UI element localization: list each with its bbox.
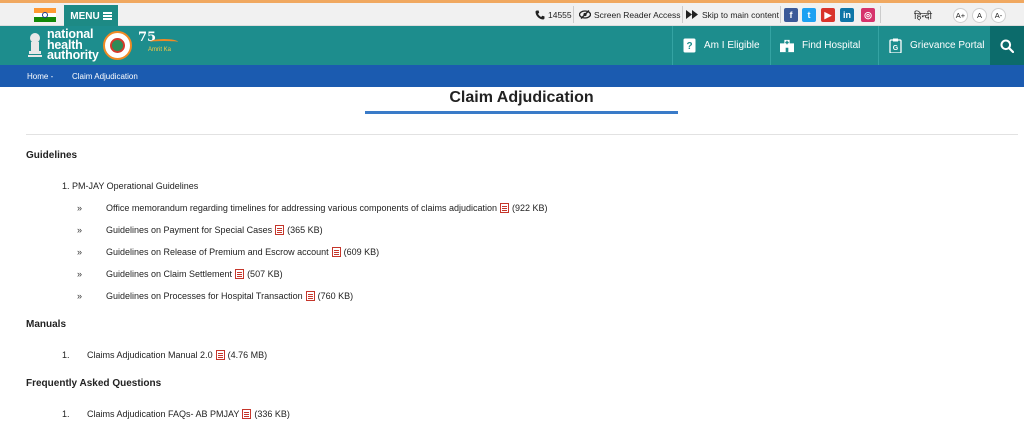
file-size: (922 KB) [512,203,548,213]
list-item[interactable]: Claims Adjudication FAQs- AB PMJAY (336 … [87,409,290,419]
document-link[interactable]: Guidelines on Processes for Hospital Tra… [106,291,303,301]
nav-label: Grievance Portal [910,40,985,51]
document-link[interactable]: Office memorandum regarding timelines fo… [106,203,497,213]
divider [770,26,771,65]
list-item[interactable]: Guidelines on Claim Settlement (507 KB) [106,269,283,279]
eye-slash-icon [579,10,591,19]
svg-text:?: ? [686,41,692,52]
screen-reader-label: Screen Reader Access [594,9,681,20]
guidelines-heading: Guidelines [26,150,78,161]
file-size: (4.76 MB) [227,350,268,360]
site-header: national health authority 75 Amrit Ka [0,26,1024,65]
logo-line-3: authority [47,48,99,62]
bullet-icon: » [77,225,83,235]
divider [880,6,881,23]
screen-reader-link[interactable]: Screen Reader Access [579,6,680,23]
pdf-icon [500,203,510,213]
font-decrease-button[interactable]: A- [991,8,1006,23]
nha-logo[interactable]: national health authority [47,28,99,62]
search-icon [1000,39,1014,53]
pdf-icon [235,269,245,279]
pdf-icon [305,291,315,301]
guidelines-sub-label: 1. PM-JAY Operational Guidelines [62,181,199,191]
document-link[interactable]: Claims Adjudication Manual 2.0 [87,350,213,360]
faq-heading: Frequently Asked Questions [26,378,162,389]
manuals-heading: Manuals [26,319,67,330]
divider [780,6,781,23]
twitter-icon[interactable]: t [802,8,816,22]
title-underline [365,111,678,114]
file-size: (609 KB) [343,247,380,257]
pdf-icon [331,247,341,257]
hospital-icon [780,38,794,54]
fast-forward-icon [686,10,699,19]
menu-label: MENU [70,10,100,22]
utility-bar: MENU 14555 Screen Reader Access Skip to … [0,3,1024,27]
pdf-icon [242,409,252,419]
divider [672,26,673,65]
breadcrumb-home[interactable]: Home - [27,72,53,81]
guidelines-subheading: 1. PM-JAY Operational Guidelines [62,181,198,191]
page-title: Claim Adjudication [449,89,594,106]
list-item[interactable]: Claims Adjudication Manual 2.0 (4.76 MB) [87,350,267,360]
list-item[interactable]: Guidelines on Payment for Special Cases … [106,225,323,235]
divider [26,134,1018,135]
india-flag-icon [34,8,56,22]
svg-text:G: G [892,45,898,52]
language-toggle[interactable]: हिन्दी [914,9,932,22]
bullet-icon: » [77,247,83,257]
instagram-icon[interactable]: ◎ [861,8,875,22]
list-number: 1. [62,409,70,419]
file-size: (365 KB) [287,225,323,235]
nav-find-hospital[interactable]: Find Hospital [780,26,860,65]
pdf-icon [215,350,225,360]
file-size: (507 KB) [247,269,283,279]
phone-icon [535,10,545,20]
document-link[interactable]: Guidelines on Release of Premium and Esc… [106,247,329,257]
skip-to-content-link[interactable]: Skip to main content [686,6,779,23]
bullet-icon: » [77,291,83,301]
font-default-button[interactable]: A [972,8,987,23]
breadcrumb: Home - Claim Adjudication [0,65,1024,87]
file-size: (336 KB) [254,409,290,419]
document-link[interactable]: Claims Adjudication FAQs- AB PMJAY [87,409,239,419]
menu-button[interactable]: MENU [64,5,118,27]
nav-label: Am I Eligible [704,40,760,51]
document-link[interactable]: Guidelines on Payment for Special Cases [106,225,272,235]
azadi-text: Amrit Ka [148,47,172,53]
emblem-icon [28,33,42,57]
search-button[interactable] [990,26,1024,65]
helpline-number: 14555 [548,9,572,20]
bullet-icon: » [77,203,83,213]
divider [682,6,683,23]
font-increase-button[interactable]: A+ [953,8,968,23]
youtube-icon[interactable]: ▶ [821,8,835,22]
nav-label: Find Hospital [802,40,861,51]
nav-grievance-portal[interactable]: G Grievance Portal [888,26,984,65]
list-number: 1. [62,350,70,360]
azadi-ka-amrit-mahotsav-logo: 75 Amrit Ka [138,30,182,60]
divider [878,26,879,65]
divider [573,6,574,23]
list-item[interactable]: Guidelines on Processes for Hospital Tra… [106,291,353,301]
document-link[interactable]: Guidelines on Claim Settlement [106,269,232,279]
nav-am-i-eligible[interactable]: ? Am I Eligible [682,26,760,65]
bullet-icon: » [77,269,83,279]
helpline-link[interactable]: 14555 [535,6,572,23]
hamburger-icon [102,12,112,20]
facebook-icon[interactable]: f [784,8,798,22]
breadcrumb-current: Claim Adjudication [72,72,138,81]
list-item[interactable]: Guidelines on Release of Premium and Esc… [106,247,379,257]
pmjay-logo [103,31,132,60]
linkedin-icon[interactable]: in [840,8,854,22]
pdf-icon [275,225,285,235]
list-item[interactable]: Office memorandum regarding timelines fo… [106,203,548,213]
grievance-icon: G [888,38,902,54]
skip-label: Skip to main content [702,9,780,20]
file-size: (760 KB) [317,291,354,301]
eligibility-icon: ? [682,38,696,54]
